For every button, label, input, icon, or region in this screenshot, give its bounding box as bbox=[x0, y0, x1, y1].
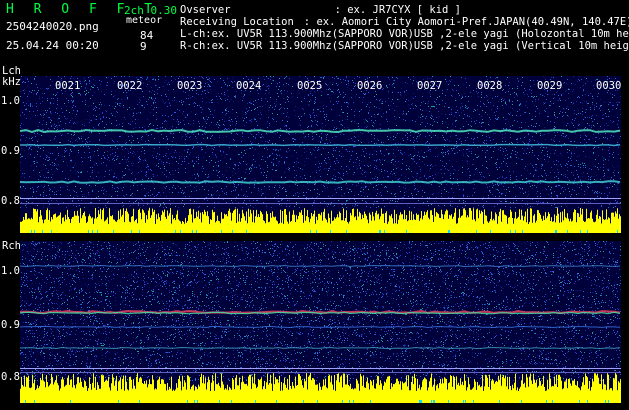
time-tick-0027: 0027 bbox=[417, 80, 443, 92]
time-tick-0023: 0023 bbox=[177, 80, 203, 92]
rch-label: Rch bbox=[2, 240, 21, 252]
rch-spectrogram bbox=[20, 241, 621, 403]
rch-info: R-ch:ex. UV5R 113.900Mhz(SAPPORO VOR)USB… bbox=[180, 40, 629, 52]
observer-label: Ovserver bbox=[180, 4, 231, 16]
location-label: Receiving Location bbox=[180, 16, 294, 28]
lch-ytick-3: 0.8 bbox=[1, 195, 20, 207]
lch-waterfall bbox=[20, 76, 621, 233]
lch-ytick-1: 1.0 bbox=[1, 95, 20, 107]
time-tick-0030: 0030 bbox=[596, 80, 622, 92]
rch-ytick-2: 0.9 bbox=[1, 319, 20, 331]
file-name: 2504240020.png bbox=[6, 20, 99, 33]
time-tick-0028: 0028 bbox=[477, 80, 503, 92]
time-tick-0021: 0021 bbox=[55, 80, 81, 92]
time-tick-0025: 0025 bbox=[297, 80, 323, 92]
meteor-label: meteor bbox=[126, 15, 163, 26]
time-tick-0022: 0022 bbox=[117, 80, 143, 92]
time-tick-0026: 0026 bbox=[357, 80, 383, 92]
rch-meteor-count: 9 bbox=[140, 40, 147, 53]
rch-ytick-1: 1.0 bbox=[1, 265, 20, 277]
location-row: Receiving Location : ex. Aomori City Aomo… bbox=[180, 17, 629, 28]
rch-ytick-3: 0.8 bbox=[1, 371, 20, 383]
date-time: 25.04.24 00:20 bbox=[6, 39, 99, 52]
lch-info: L-ch:ex. UV5R 113.900Mhz(SAPPORO VOR)USB… bbox=[180, 28, 629, 40]
lch-unit: kHz bbox=[2, 76, 21, 88]
time-tick-0029: 0029 bbox=[537, 80, 563, 92]
observer-row: Ovserver : ex. JR7CYX [ kid ] bbox=[180, 5, 461, 16]
lch-spectrogram bbox=[20, 76, 621, 233]
lch-label: Lch bbox=[2, 65, 21, 77]
lch-ytick-2: 0.9 bbox=[1, 145, 20, 157]
observer-value: : ex. JR7CYX [ kid ] bbox=[334, 4, 462, 16]
location-value: : ex. Aomori City Aomori-Pref.JAPAN(40.4… bbox=[303, 16, 629, 28]
time-tick-0024: 0024 bbox=[236, 80, 262, 92]
rch-waterfall bbox=[20, 241, 621, 403]
